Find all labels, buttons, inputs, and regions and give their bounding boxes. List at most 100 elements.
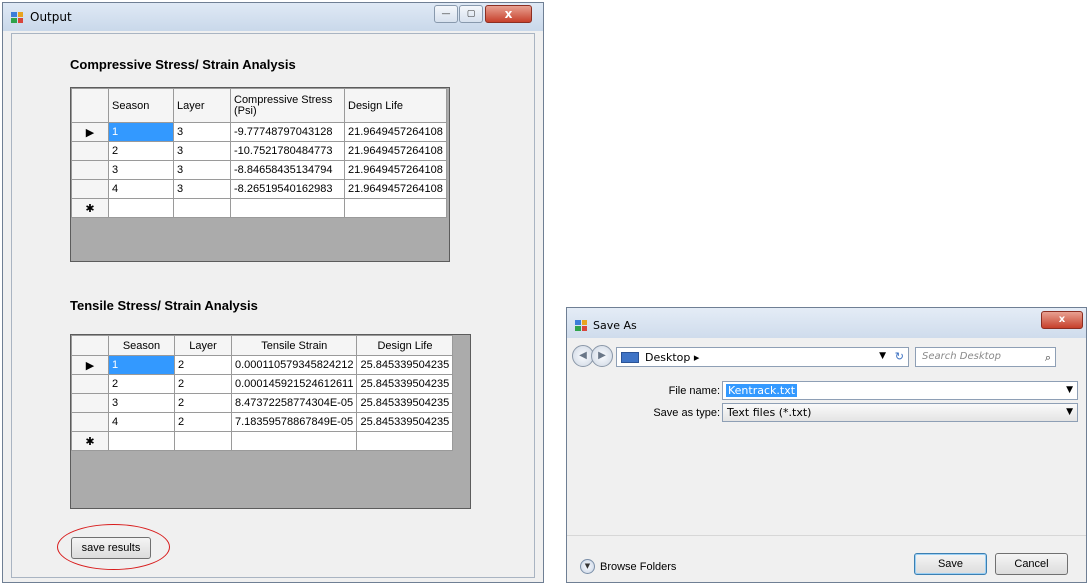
cell-tensile-strain[interactable]: 8.47372258774304E-05 xyxy=(230,393,358,413)
column-header-compressive-stress[interactable]: Compressive Stress (Psi) xyxy=(230,88,345,123)
cell-season[interactable]: 1 xyxy=(108,122,174,142)
save-as-type-select[interactable]: Text files (*.txt) ▼ xyxy=(722,403,1078,422)
cell-season[interactable]: 2 xyxy=(108,374,175,394)
cell-tensile-strain[interactable]: 7.18359578867849E-05 xyxy=(230,412,358,432)
forward-arrow-icon[interactable]: ▶ xyxy=(591,345,613,367)
chevron-down-icon[interactable]: ▼ xyxy=(879,351,886,361)
save-results-button[interactable]: save results xyxy=(71,537,151,559)
save-as-type-value: Text files (*.txt) xyxy=(727,406,812,419)
cell-season[interactable]: 2 xyxy=(108,141,174,161)
new-row[interactable]: ✱ xyxy=(71,198,447,218)
column-header-layer[interactable]: Layer xyxy=(173,88,231,123)
address-bar[interactable]: Desktop ▸ ▼ ↻ xyxy=(616,347,909,367)
cell-layer[interactable]: 2 xyxy=(174,393,232,413)
cell-compressive-stress[interactable] xyxy=(230,198,345,218)
new-row-marker[interactable]: ✱ xyxy=(71,198,109,218)
row-selector[interactable] xyxy=(71,393,109,413)
minimize-button[interactable]: — xyxy=(434,5,458,23)
row-selector[interactable] xyxy=(71,374,109,394)
browse-folders-label[interactable]: Browse Folders xyxy=(600,561,676,573)
row-selector[interactable] xyxy=(71,160,109,180)
table-row[interactable]: ▶ 1 3 -9.77748797043128 21.9649457264108 xyxy=(71,122,447,142)
cell-layer[interactable]: 3 xyxy=(173,122,231,142)
file-name-value[interactable]: Kentrack.txt xyxy=(726,384,798,397)
address-path[interactable]: Desktop ▸ xyxy=(645,351,699,364)
cell-tensile-strain[interactable]: 0.000110579345824212 xyxy=(230,355,358,375)
chevron-down-icon[interactable]: ▼ xyxy=(1066,385,1073,395)
compressive-data-grid[interactable]: Season Layer Compressive Stress (Psi) De… xyxy=(70,87,450,262)
column-header-design-life[interactable]: Design Life xyxy=(344,88,447,123)
cell-season[interactable] xyxy=(108,431,175,451)
new-row-marker[interactable]: ✱ xyxy=(71,431,109,451)
cell-design-life[interactable]: 25.845339504235 xyxy=(356,355,454,375)
cell-layer[interactable]: 2 xyxy=(174,355,232,375)
row-selector-current[interactable]: ▶ xyxy=(71,122,109,142)
search-input[interactable]: Search Desktop ⌕ xyxy=(915,347,1056,367)
cell-design-life[interactable] xyxy=(344,198,447,218)
cell-design-life[interactable] xyxy=(356,431,454,451)
close-button[interactable]: x xyxy=(485,5,532,23)
cell-design-life[interactable]: 25.845339504235 xyxy=(356,374,454,394)
new-row[interactable]: ✱ xyxy=(71,431,454,451)
cell-design-life[interactable]: 21.9649457264108 xyxy=(344,160,447,180)
cell-layer[interactable] xyxy=(174,431,232,451)
cell-layer[interactable]: 3 xyxy=(173,179,231,199)
column-header-layer[interactable]: Layer xyxy=(174,335,232,356)
cell-design-life[interactable]: 21.9649457264108 xyxy=(344,179,447,199)
cell-tensile-strain[interactable]: 0.000145921524612611 xyxy=(230,374,358,394)
search-icon[interactable]: ⌕ xyxy=(1045,351,1051,365)
save-button[interactable]: Save xyxy=(914,553,987,575)
refresh-icon[interactable]: ↻ xyxy=(895,350,904,363)
output-client-area: Compressive Stress/ Strain Analysis Seas… xyxy=(11,33,535,578)
column-header-season[interactable]: Season xyxy=(108,335,175,356)
output-window: Output — ▢ x Compressive Stress/ Strain … xyxy=(2,2,544,583)
search-placeholder: Search Desktop xyxy=(922,351,1001,362)
table-row[interactable]: 4 2 7.18359578867849E-05 25.845339504235 xyxy=(71,412,454,432)
table-row[interactable]: 4 3 -8.26519540162983 21.9649457264108 xyxy=(71,179,447,199)
column-header-design-life[interactable]: Design Life xyxy=(356,335,454,356)
table-row[interactable]: ▶ 1 2 0.000110579345824212 25.8453395042… xyxy=(71,355,454,375)
tensile-data-grid[interactable]: Season Layer Tensile Strain Design Life … xyxy=(70,334,471,509)
cell-season[interactable]: 3 xyxy=(108,160,174,180)
table-row[interactable]: 3 2 8.47372258774304E-05 25.845339504235 xyxy=(71,393,454,413)
cell-layer[interactable] xyxy=(173,198,231,218)
output-titlebar[interactable]: Output — ▢ x xyxy=(3,3,543,31)
save-as-titlebar[interactable]: Save As x xyxy=(567,308,1086,338)
row-selector[interactable] xyxy=(71,141,109,161)
file-name-field[interactable]: Kentrack.txt ▼ xyxy=(722,381,1078,400)
cell-compressive-stress[interactable]: -9.77748797043128 xyxy=(230,122,345,142)
cell-season[interactable]: 3 xyxy=(108,393,175,413)
table-row[interactable]: 2 3 -10.7521780484773 21.9649457264108 xyxy=(71,141,447,161)
cell-season[interactable]: 1 xyxy=(108,355,175,375)
cell-season[interactable]: 4 xyxy=(108,179,174,199)
row-selector[interactable] xyxy=(71,412,109,432)
row-selector-current[interactable]: ▶ xyxy=(71,355,109,375)
cell-layer[interactable]: 2 xyxy=(174,412,232,432)
chevron-down-icon[interactable]: ▼ xyxy=(580,559,595,574)
table-row[interactable]: 3 3 -8.84658435134794 21.9649457264108 xyxy=(71,160,447,180)
column-header-season[interactable]: Season xyxy=(108,88,174,123)
cell-compressive-stress[interactable]: -8.84658435134794 xyxy=(230,160,345,180)
chevron-down-icon[interactable]: ▼ xyxy=(1066,407,1073,417)
cell-layer[interactable]: 3 xyxy=(173,160,231,180)
cancel-button[interactable]: Cancel xyxy=(995,553,1068,575)
cell-season[interactable] xyxy=(108,198,174,218)
cell-design-life[interactable]: 25.845339504235 xyxy=(356,393,454,413)
grid-corner-header xyxy=(71,88,109,123)
save-as-title: Save As xyxy=(593,319,637,332)
column-header-tensile-strain[interactable]: Tensile Strain xyxy=(230,335,358,356)
row-selector[interactable] xyxy=(71,179,109,199)
cell-layer[interactable]: 3 xyxy=(173,141,231,161)
table-row[interactable]: 2 2 0.000145921524612611 25.845339504235 xyxy=(71,374,454,394)
cell-design-life[interactable]: 21.9649457264108 xyxy=(344,122,447,142)
cell-design-life[interactable]: 21.9649457264108 xyxy=(344,141,447,161)
maximize-button[interactable]: ▢ xyxy=(459,5,483,23)
cell-compressive-stress[interactable]: -8.26519540162983 xyxy=(230,179,345,199)
cell-season[interactable]: 4 xyxy=(108,412,175,432)
cell-layer[interactable]: 2 xyxy=(174,374,232,394)
close-button[interactable]: x xyxy=(1041,311,1083,329)
cell-compressive-stress[interactable]: -10.7521780484773 xyxy=(230,141,345,161)
grid-corner-header xyxy=(71,335,109,356)
cell-design-life[interactable]: 25.845339504235 xyxy=(356,412,454,432)
cell-tensile-strain[interactable] xyxy=(230,431,358,451)
